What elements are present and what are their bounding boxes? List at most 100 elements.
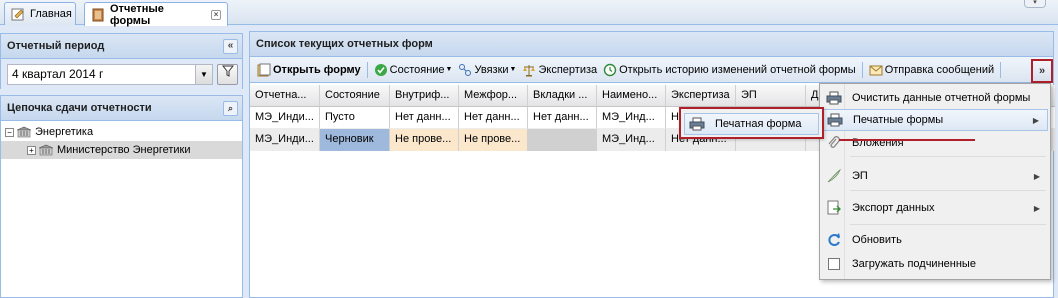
table-cell: Не прове... [390,129,459,151]
submenu-arrow-icon: ▶ [1032,115,1039,125]
table-cell: МЭ_Инд... [597,129,666,151]
envelope-icon [869,63,883,77]
chain-title: Цепочка сдачи отчетности ⌕ [1,96,242,121]
column-header[interactable]: Отчетна... [250,85,320,107]
menu-item-print-forms[interactable]: Печатные формы ▶ [822,109,1048,131]
column-header[interactable]: Вкладки ... [528,85,597,107]
toolbar-separator [861,61,863,78]
links-label: Увязки [474,63,509,76]
column-header[interactable]: Экспертиза [666,85,736,107]
tree-node-ministry[interactable]: + Министерство Энергетики [1,141,242,159]
chevron-down-icon[interactable]: ▾ [1024,0,1046,8]
dropdown-arrow-icon: ▼ [509,66,517,73]
report-forms-title-text: Список текущих отчетных форм [256,38,433,50]
column-header[interactable]: Внутриф... [390,85,459,107]
submenu-arrow-icon: ▶ [1033,203,1040,213]
menu-item-label: Очистить данные отчетной формы [852,92,1031,104]
submenu-arrow-icon: ▶ [1033,171,1040,181]
column-header[interactable]: ЭП [736,85,806,107]
send-messages-label: Отправка сообщений [884,63,995,76]
menu-item-export-data[interactable]: Экспорт данных ▶ [822,197,1048,219]
printer-icon [689,116,705,132]
table-cell: Пусто [320,107,390,129]
menu-separator [850,224,1046,225]
tab-bar: Главная Отчетные формы × ▾ [0,0,1058,27]
more-button[interactable]: » [1031,59,1053,83]
refresh-icon [826,232,842,248]
table-cell: Нет данн... [459,107,528,129]
links-button[interactable]: Увязки ▼ [455,60,519,80]
menu-item-signature[interactable]: ЭП ▶ [822,165,1048,187]
open-form-button[interactable]: Открыть форму [254,60,364,80]
period-combo[interactable]: 4 квартал 2014 г ▼ [7,63,213,85]
menu-item-label: Экспорт данных [852,202,935,214]
history-label: Открыть историю изменений отчетной формы [619,63,856,76]
reporting-period-title: Отчетный период « [1,34,242,59]
menu-item-refresh[interactable]: Обновить [822,229,1048,251]
state-label: Состояние [389,63,445,76]
expertise-button[interactable]: Экспертиза [519,60,600,80]
collapse-left-icon[interactable]: « [223,39,238,54]
send-messages-button[interactable]: Отправка сообщений [866,60,997,80]
edit-icon [11,7,25,21]
menu-item-print-form[interactable]: Печатная форма [684,113,819,135]
building-icon [16,126,32,138]
open-form-label: Открыть форму [273,63,361,76]
printer-icon [826,90,842,106]
reporting-period-title-text: Отчетный период [7,40,105,52]
dropdown-arrow-icon: ▼ [445,66,453,73]
history-button[interactable]: Открыть историю изменений отчетной формы [600,60,859,80]
reporting-period-panel: Отчетный период « 4 квартал 2014 г ▼ [0,33,243,89]
table-cell: Не прове... [459,129,528,151]
chain-title-text: Цепочка сдачи отчетности [7,102,152,114]
folder-icon [91,8,105,22]
building-icon [38,144,54,156]
printer-icon [827,112,843,128]
signature-icon [826,168,842,184]
table-cell: МЭ_Инди... [250,107,320,129]
check-circle-icon [374,63,388,77]
export-icon [826,200,842,216]
links-icon [458,63,472,77]
tree-label-ministry: Министерство Энергетики [57,144,191,156]
table-cell: МЭ_Инди... [250,129,320,151]
chain-panel: Цепочка сдачи отчетности ⌕ − Энергетика … [0,95,243,298]
menu-item-clear-data[interactable]: Очистить данные отчетной формы [822,87,1048,109]
column-header[interactable]: Межфор... [459,85,528,107]
period-row: 4 квартал 2014 г ▼ [1,59,242,89]
toolbar-separator [1000,61,1002,78]
expertise-label: Экспертиза [538,63,598,76]
tab-home[interactable]: Главная [4,2,76,25]
table-cell: Нет данн... [528,107,597,129]
checkbox-icon[interactable] [826,256,842,272]
menu-item-load-subordinates[interactable]: Загружать подчиненные [822,253,1048,275]
open-form-icon [257,63,271,77]
table-cell: Черновик [320,129,390,151]
column-header[interactable]: Состояние [320,85,390,107]
menu-item-label: Печатная форма [715,118,802,130]
close-icon[interactable]: × [211,9,221,20]
toolbar: Открыть форму Состояние ▼ Увязки ▼ Эксперт… [250,57,1053,83]
menu-item-label: Обновить [852,234,902,246]
menu-item-label: Загружать подчиненные [852,258,976,270]
table-cell [528,129,597,151]
collapse-tree-icon[interactable]: − [5,127,14,137]
history-icon [603,63,617,77]
tab-report-forms-label: Отчетные формы [110,2,164,27]
scales-icon [522,63,536,77]
tree-label-energy: Энергетика [35,126,94,138]
filter-icon [221,65,234,77]
menu-item-label: Печатные формы [853,114,944,126]
print-forms-submenu: Печатная форма [679,107,824,139]
report-forms-title: Список текущих отчетных форм [250,32,1053,57]
state-button[interactable]: Состояние ▼ [371,60,456,80]
column-header[interactable]: Наимено... [597,85,666,107]
expand-tree-icon[interactable]: + [27,145,36,155]
tab-home-label: Главная [30,8,72,20]
filter-button[interactable] [217,63,238,85]
tree-node-energy[interactable]: − Энергетика [1,123,242,141]
binoculars-icon[interactable]: ⌕ [223,101,238,116]
chevron-down-icon[interactable]: ▼ [195,64,212,84]
tab-report-forms[interactable]: Отчетные формы × [84,2,228,27]
menu-item-attachments[interactable]: Вложения [822,132,1048,154]
